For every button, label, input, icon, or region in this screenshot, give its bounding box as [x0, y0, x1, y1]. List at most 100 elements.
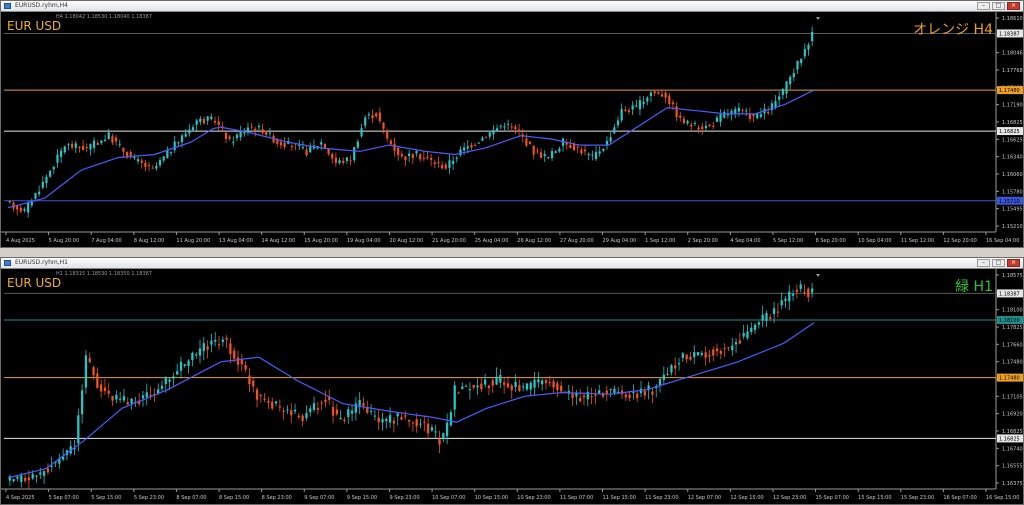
- window-titlebar[interactable]: EURUSD.ryhm,H4 – □ ×: [1, 1, 1023, 12]
- candle-body: [701, 126, 704, 130]
- candle-body: [246, 127, 250, 132]
- minimize-button[interactable]: –: [977, 2, 990, 10]
- price-tick-label: 1.16825: [1002, 120, 1023, 126]
- candle-body: [700, 353, 703, 355]
- close-button[interactable]: ×: [1007, 2, 1020, 10]
- candle-body: [233, 350, 236, 359]
- candle-body: [149, 394, 152, 396]
- price-tick-label: 1.18610: [1002, 16, 1023, 22]
- candle-body: [624, 394, 627, 398]
- candle-body: [388, 415, 392, 423]
- price-tick-label: 1.16375: [1002, 481, 1023, 487]
- price-tick-label: 1.17105: [1002, 394, 1023, 400]
- candle-body: [757, 322, 761, 325]
- minimize-button[interactable]: –: [977, 259, 990, 267]
- candle-body: [445, 422, 449, 437]
- candle-body: [342, 160, 345, 163]
- candle-body: [632, 391, 635, 393]
- candle-body: [646, 97, 649, 102]
- candle-body: [558, 148, 561, 152]
- candle-body: [671, 102, 675, 105]
- candle-body: [381, 419, 384, 423]
- price-tick-label: 1.16340: [1002, 155, 1023, 161]
- window-title: EURUSD.ryhm,H1: [15, 259, 68, 266]
- price-tick-label: 1.17825: [1002, 325, 1023, 331]
- candle-body: [653, 91, 656, 94]
- ohlc-header: H1 1.18315 1.18530 1.18350 1.18387: [56, 271, 152, 277]
- candle-body: [544, 380, 548, 384]
- candle-body: [415, 150, 418, 154]
- candle-body: [506, 123, 510, 125]
- candle-body: [675, 106, 678, 118]
- candle-body: [571, 392, 574, 398]
- candle-body: [704, 352, 707, 358]
- time-tick-label: 4 Aug 2025: [6, 238, 35, 244]
- time-tick-label: 8 Sep 20:00: [816, 238, 846, 244]
- candle-body: [495, 128, 499, 131]
- candle-body: [723, 347, 726, 349]
- price-tick-label: 1.17480: [1002, 360, 1023, 366]
- horizontal-line-price-label: 1.16825: [999, 436, 1020, 442]
- candle-body: [166, 150, 169, 158]
- candle-body: [145, 392, 148, 398]
- maximize-button[interactable]: □: [992, 259, 1005, 267]
- candle-body: [510, 385, 513, 391]
- candle-body: [52, 167, 55, 170]
- candle-body: [301, 415, 304, 421]
- symbol-label: EUR USD: [7, 19, 61, 33]
- candle-body: [522, 386, 525, 388]
- candle-body: [16, 476, 19, 479]
- price-chart[interactable]: 1.18610 1.18387 1.18046 1.17768 1.17480 1.171…: [1, 12, 1023, 247]
- candle-body: [316, 408, 319, 410]
- candle-body: [712, 349, 715, 356]
- candle-body: [780, 300, 783, 306]
- candle-body: [510, 126, 513, 128]
- candle-body: [27, 477, 31, 481]
- candle-body: [529, 382, 532, 390]
- horizontal-line-price-label: 1.16825: [999, 129, 1020, 135]
- candle-body: [252, 380, 255, 387]
- price-chart[interactable]: 1.185751.183871.181001.178251.176601.174…: [1, 269, 1023, 504]
- candle-body: [430, 157, 433, 160]
- chart-window-h4[interactable]: EURUSD.ryhm,H4 – □ × 1.18610 1.18387 1.180…: [0, 0, 1024, 248]
- time-tick-label: 4 Sep 04:00: [730, 238, 760, 244]
- candle-body: [236, 357, 240, 365]
- time-tick-label: 8 Aug 12:00: [134, 238, 165, 244]
- candle-body: [745, 110, 748, 112]
- candle-body: [533, 379, 536, 388]
- candle-body: [290, 410, 293, 416]
- candle-body: [229, 343, 232, 355]
- time-tick-label: 7 Aug 04:00: [91, 238, 122, 244]
- window-titlebar[interactable]: EURUSD.ryhm,H1 – □ ×: [1, 258, 1023, 269]
- candle-body: [662, 374, 665, 381]
- candle-body: [487, 385, 491, 389]
- time-tick-label: 15 Sep 15:00: [858, 495, 891, 501]
- candle-body: [569, 144, 572, 149]
- candle-body: [719, 114, 722, 122]
- maximize-button[interactable]: □: [992, 2, 1005, 10]
- candle-body: [34, 193, 37, 199]
- current-price-label: 1.18387: [999, 291, 1020, 297]
- candle-body: [664, 92, 667, 98]
- price-tick-label: 1.17660: [1002, 342, 1023, 348]
- candle-body: [100, 384, 103, 392]
- candle-body: [115, 394, 118, 400]
- price-tick-label: 1.16625: [1002, 137, 1023, 143]
- time-tick-label: 1 Sep 12:00: [645, 238, 675, 244]
- time-tick-label: 29 Aug 04:00: [603, 238, 637, 244]
- candle-body: [576, 146, 579, 148]
- candle-body: [539, 152, 543, 158]
- candle-body: [594, 394, 597, 396]
- candle-body: [525, 383, 529, 390]
- candle-body: [305, 413, 308, 419]
- candle-body: [433, 162, 436, 164]
- candle-body: [309, 408, 312, 413]
- candle-body: [769, 317, 772, 319]
- close-button[interactable]: ×: [1007, 259, 1020, 267]
- candle-body: [84, 355, 88, 388]
- ohlc-header: H4 1.18042 1.18530 1.18040 1.18387: [56, 14, 152, 20]
- time-tick-label: 11 Sep 23:00: [645, 495, 678, 501]
- candle-body: [767, 111, 770, 114]
- candle-body: [140, 160, 143, 163]
- chart-window-h1[interactable]: EURUSD.ryhm,H1 – □ × 1.18575 1.18387 1.181…: [0, 257, 1024, 505]
